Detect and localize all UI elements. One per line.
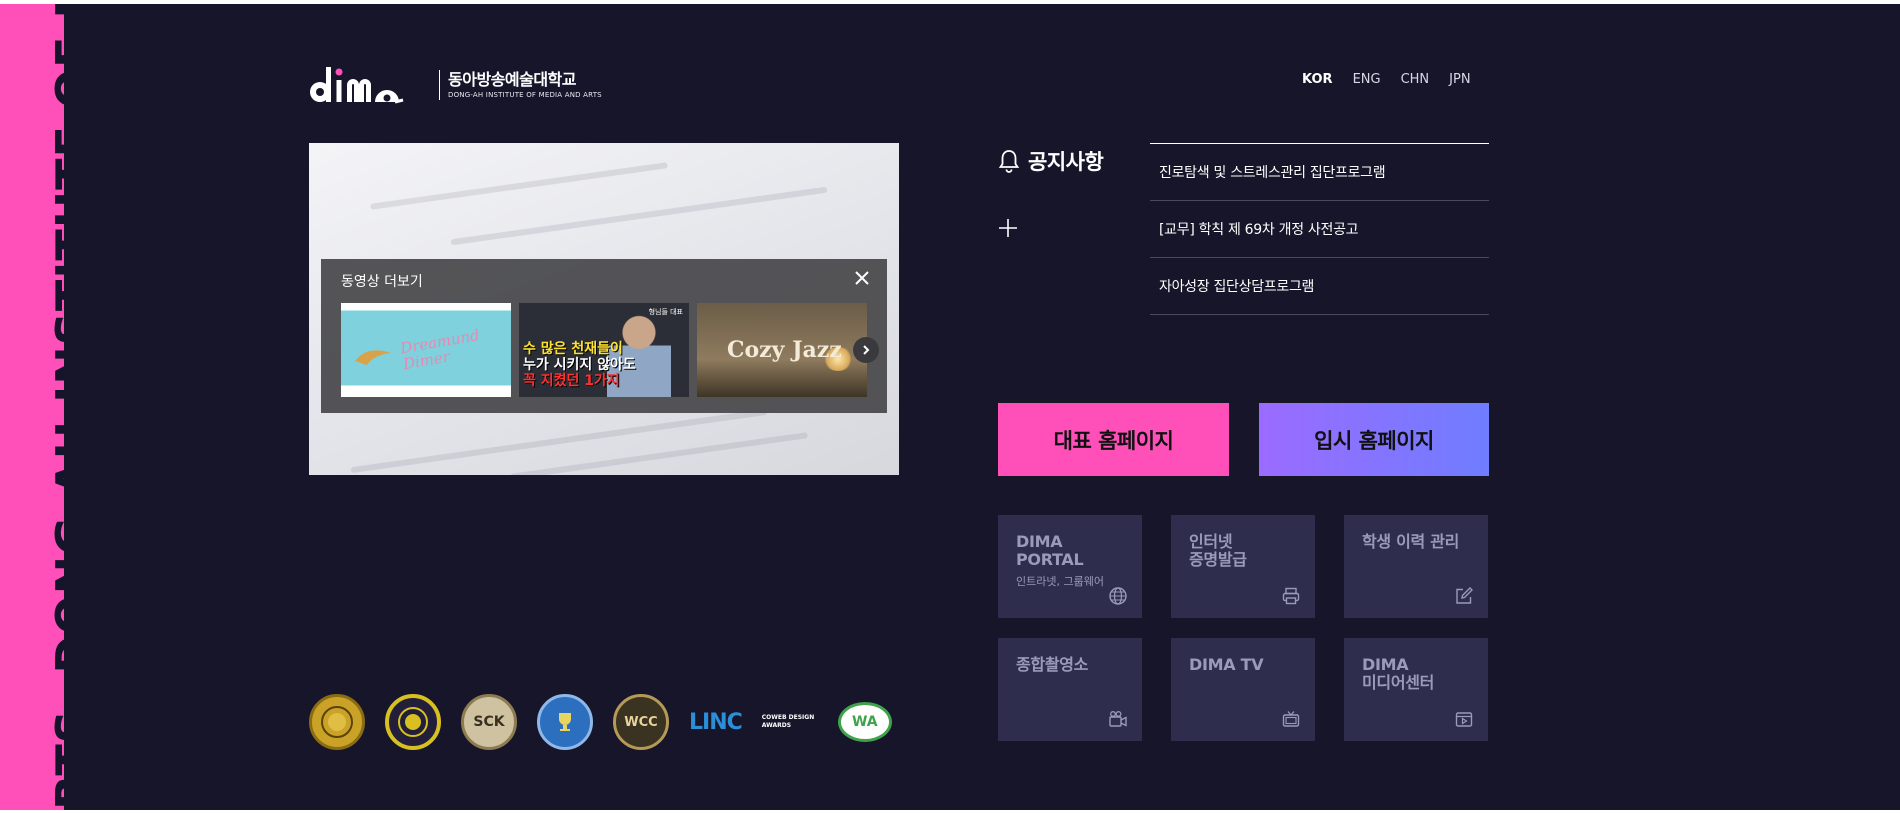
thumbnail-line: 수 많은 천재들이 (523, 341, 623, 357)
thumbnail-line: 꼭 지켰던 1가지 (523, 373, 620, 389)
main-homepage-button[interactable]: 대표 홈페이지 (998, 403, 1229, 476)
side-banner: RTS. DONG-AH INSTITUTE OF MEDIA AND ARTS (0, 4, 64, 810)
bell-icon (998, 150, 1020, 173)
tv-icon (1282, 711, 1300, 727)
globe-icon (1109, 587, 1127, 605)
certification-badges: SCK WCC LINC COWEB DESIGN AWARDS WA (309, 694, 912, 750)
tile-student-history[interactable]: 학생 이력 관리 (1344, 515, 1488, 618)
video-thumbnail[interactable]: Cozy Jazz (697, 303, 867, 397)
chevron-right-icon (863, 345, 870, 355)
linc-badge: LINC (689, 709, 743, 735)
logo-korean-name: 동아방송예술대학교 (448, 70, 576, 89)
tile-certificate[interactable]: 인터넷 증명발급 (1171, 515, 1315, 618)
hero-decor (450, 186, 828, 246)
tile-label: DIMA PORTAL (1016, 532, 1084, 569)
thumbnail-tag: 형님들 대표 (648, 308, 683, 316)
hero-image: 동영상 더보기 Dreamund Dimer 형님들 대표 수 많은 천재들이 … (309, 143, 899, 475)
seal-icon (321, 706, 353, 738)
video-camera-icon (1109, 711, 1127, 727)
award-seal-badge (309, 694, 365, 750)
tile-studio[interactable]: 종합촬영소 (998, 638, 1142, 741)
badge-text: LINC (689, 709, 743, 735)
coweb-badge: COWEB DESIGN AWARDS (762, 714, 818, 730)
logo[interactable]: 동아방송예술대학교 DONG-AH INSTITUTE OF MEDIA AND… (309, 63, 602, 107)
edit-icon (1456, 587, 1473, 604)
logo-text: 동아방송예술대학교 DONG-AH INSTITUTE OF MEDIA AND… (448, 70, 602, 100)
award-seal-badge (537, 694, 593, 750)
video-thumbnail[interactable]: Dreamund Dimer (341, 303, 511, 397)
video-thumbnails: Dreamund Dimer 형님들 대표 수 많은 천재들이 누가 시키지 않… (341, 303, 867, 397)
side-banner-text: RTS. DONG-AH INSTITUTE OF MEDIA AND ARTS (46, 4, 64, 810)
video-more-panel: 동영상 더보기 Dreamund Dimer 형님들 대표 수 많은 천재들이 … (321, 259, 887, 413)
logo-english-name: DONG-AH INSTITUTE OF MEDIA AND ARTS (448, 91, 602, 99)
lang-kor[interactable]: KOR (1302, 72, 1333, 87)
hero-decor (350, 408, 768, 474)
notice-list: 진로탐색 및 스트레스관리 집단프로그램 [교무] 학칙 제 69차 개정 사전… (1150, 143, 1489, 315)
tile-label: 인터넷 증명발급 (1189, 532, 1247, 569)
page: RTS. DONG-AH INSTITUTE OF MEDIA AND ARTS… (0, 4, 1900, 810)
badge-text: SCK (473, 714, 505, 730)
trophy-icon (559, 713, 571, 731)
tile-label: 학생 이력 관리 (1362, 532, 1460, 551)
tile-sub: 인트라넷, 그룹웨어 (1016, 575, 1104, 588)
wa-badge: WA (837, 702, 892, 742)
tile-media-center[interactable]: DIMA 미디어센터 (1344, 638, 1488, 741)
media-player-icon (1455, 712, 1473, 727)
notice-item[interactable]: 자아성장 집단상담프로그램 (1150, 258, 1489, 315)
notice-header: 공지사항 (998, 146, 1104, 176)
notice-item[interactable]: [교무] 학칙 제 69차 개정 사전공고 (1150, 201, 1489, 258)
language-selector: KOR ENG CHN JPN (1302, 72, 1491, 87)
dima-logo-icon (310, 67, 404, 104)
logo-divider (439, 70, 440, 100)
notice-title: 공지사항 (1028, 150, 1104, 174)
tile-label: 종합촬영소 (1016, 655, 1089, 674)
bird-icon (355, 350, 391, 365)
tile-label: DIMA TV (1189, 655, 1264, 674)
thumbnail-caption: Cozy Jazz (727, 337, 842, 363)
lang-chn[interactable]: CHN (1401, 72, 1430, 87)
thumbnail-line: 누가 시키지 않아도 (523, 357, 636, 373)
tile-dima-tv[interactable]: DIMA TV (1171, 638, 1315, 741)
wcc-badge: WCC (613, 694, 669, 750)
award-seal-badge (385, 694, 441, 750)
notice-item[interactable]: 진로탐색 및 스트레스관리 집단프로그램 (1150, 144, 1489, 201)
seal-icon (398, 707, 428, 737)
tile-label: DIMA 미디어센터 (1362, 655, 1435, 692)
badge-text: WCC (624, 714, 658, 730)
close-icon[interactable] (853, 269, 871, 287)
lang-eng[interactable]: ENG (1353, 72, 1381, 87)
lang-jpn[interactable]: JPN (1449, 72, 1470, 87)
badge-text: WA (851, 714, 878, 730)
plus-icon[interactable] (997, 217, 1019, 239)
thumbnail-caption: Dreamund Dimer (398, 325, 481, 374)
badge-text: COWEB DESIGN AWARDS (761, 714, 815, 729)
next-button[interactable] (853, 337, 879, 363)
video-thumbnail[interactable]: 형님들 대표 수 많은 천재들이 누가 시키지 않아도 꼭 지켰던 1가지 (519, 303, 689, 397)
hero-decor (370, 162, 668, 210)
admission-homepage-button[interactable]: 입시 홈페이지 (1259, 403, 1489, 476)
tile-dima-portal[interactable]: DIMA PORTAL 인트라넷, 그룹웨어 (998, 515, 1142, 618)
sck-badge: SCK (461, 694, 517, 750)
video-panel-title: 동영상 더보기 (341, 274, 423, 290)
printer-icon (1282, 587, 1300, 605)
